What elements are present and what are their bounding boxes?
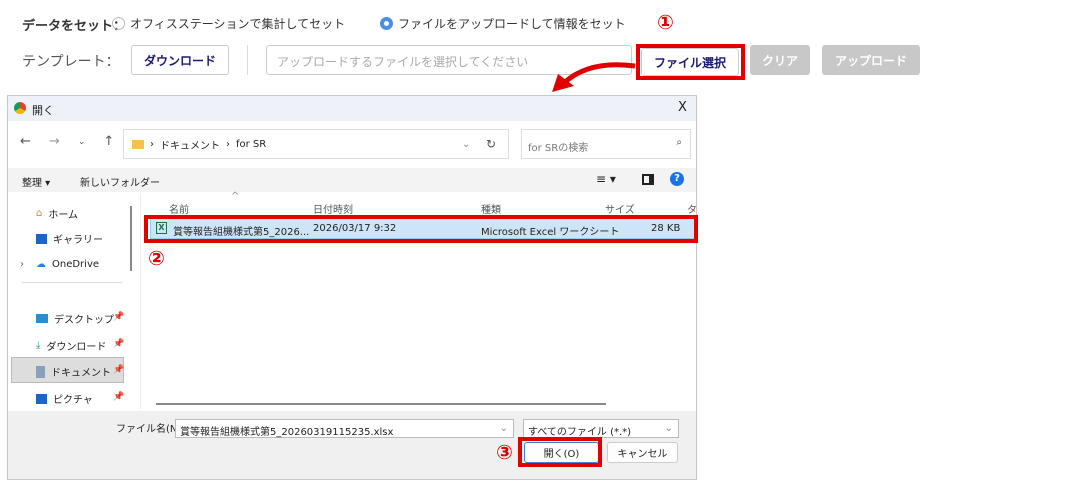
download-icon: ⤓ (36, 340, 41, 351)
toolbar: 整理 ▾ 新しいフォルダー ≡ ▾ ? (8, 168, 696, 192)
forward-icon[interactable]: → (49, 134, 60, 149)
divider (247, 45, 248, 75)
breadcrumb-for-sr[interactable]: for SR (236, 139, 266, 150)
clear-button[interactable]: クリア (750, 45, 810, 75)
new-folder-button[interactable]: 新しいフォルダー (80, 174, 160, 189)
gallery-icon (36, 233, 47, 244)
column-header-size[interactable]: サイズ (605, 201, 635, 216)
sidebar-item-gallery[interactable]: ギャラリー (36, 231, 103, 246)
open-file-dialog: 開く X ← → ⌄ ↑ › ドキュメント › for SR ⌄ ↻ for SRの検索 … (7, 95, 698, 480)
step-3-marker: ③ (496, 440, 513, 464)
radio-upload-file[interactable]: ファイルをアップロードして情報をセット (380, 15, 626, 32)
radio-label: オフィスステーションで集計してセット (130, 17, 346, 31)
search-icon: ⌕ (676, 137, 682, 148)
sidebar-item-pictures[interactable]: ピクチャ (36, 391, 93, 406)
help-icon[interactable]: ? (670, 172, 684, 186)
folder-icon (132, 139, 144, 149)
search-input[interactable]: for SRの検索 ⌕ (521, 129, 691, 159)
up-icon[interactable]: ↑ (103, 134, 114, 149)
sidebar-item-desktop[interactable]: デスクトップ (36, 311, 114, 326)
horizontal-scrollbar[interactable] (156, 403, 606, 405)
column-header-tags[interactable]: タ (687, 201, 697, 216)
pictures-icon (36, 393, 47, 404)
cloud-icon: ☁ (36, 259, 46, 270)
chevron-down-icon[interactable]: ⌄ (462, 139, 470, 150)
sort-ascending-icon: ^ (231, 191, 240, 202)
pin-icon[interactable]: 📌 (113, 339, 124, 349)
radio-office-station[interactable]: オフィスステーションで集計してセット (112, 15, 345, 32)
back-icon[interactable]: ← (20, 134, 31, 149)
desktop-icon (36, 314, 48, 323)
template-label: テンプレート： (22, 54, 120, 70)
set-data-label: データをセット： (22, 19, 127, 34)
sidebar-item-documents[interactable]: ドキュメント (36, 364, 111, 379)
recent-chevron-icon[interactable]: ⌄ (78, 134, 86, 149)
sidebar-item-onedrive[interactable]: › ☁ OneDrive (20, 259, 99, 270)
sidebar-scrollbar[interactable] (130, 206, 132, 271)
highlight-box-1 (636, 44, 745, 80)
nav-buttons: ← → ⌄ ↑ (20, 134, 114, 149)
arrow-icon (552, 62, 636, 92)
radio-button-selected[interactable] (380, 17, 393, 30)
breadcrumb-documents[interactable]: ドキュメント (160, 137, 220, 152)
dialog-title-bar: 開く X (8, 96, 696, 121)
pin-icon[interactable]: 📌 (113, 365, 124, 375)
close-icon[interactable]: X (678, 100, 687, 115)
sidebar-divider (22, 282, 122, 283)
step-2-marker: ② (148, 246, 165, 270)
preview-pane-icon[interactable] (642, 174, 654, 185)
chrome-icon (14, 102, 26, 114)
column-header-type[interactable]: 種類 (481, 201, 501, 216)
dialog-title: 開く (32, 104, 54, 117)
organize-menu[interactable]: 整理 ▾ (22, 174, 50, 189)
pin-icon[interactable]: 📌 (113, 312, 124, 322)
address-bar[interactable]: › ドキュメント › for SR ⌄ ↻ (123, 129, 509, 159)
highlight-box-2 (144, 215, 698, 243)
column-header-name[interactable]: 名前 (169, 201, 189, 216)
file-type-filter[interactable]: すべてのファイル (*.*) ⌄ (523, 419, 679, 438)
highlight-box-3 (518, 437, 602, 467)
radio-label: ファイルをアップロードして情報をセット (398, 17, 626, 31)
filename-input[interactable]: 賞等報告組機様式第5_20260319115235.xlsx ⌄ (175, 419, 514, 438)
document-icon (36, 365, 45, 378)
pin-icon[interactable]: 📌 (113, 392, 124, 402)
step-1-marker: ① (657, 10, 674, 34)
radio-button[interactable] (112, 17, 125, 30)
sidebar-item-home[interactable]: ⌂ ホーム (36, 206, 78, 221)
upload-button[interactable]: アップロード (822, 45, 920, 75)
cancel-button[interactable]: キャンセル (607, 442, 678, 463)
download-button[interactable]: ダウンロード (131, 45, 229, 75)
sidebar-item-downloads[interactable]: ⤓ ダウンロード (36, 338, 106, 353)
column-header-date[interactable]: 日付時刻 (313, 201, 353, 216)
home-icon: ⌂ (36, 208, 43, 219)
view-options-icon[interactable]: ≡ ▾ (596, 172, 616, 186)
refresh-icon[interactable]: ↻ (486, 137, 496, 151)
